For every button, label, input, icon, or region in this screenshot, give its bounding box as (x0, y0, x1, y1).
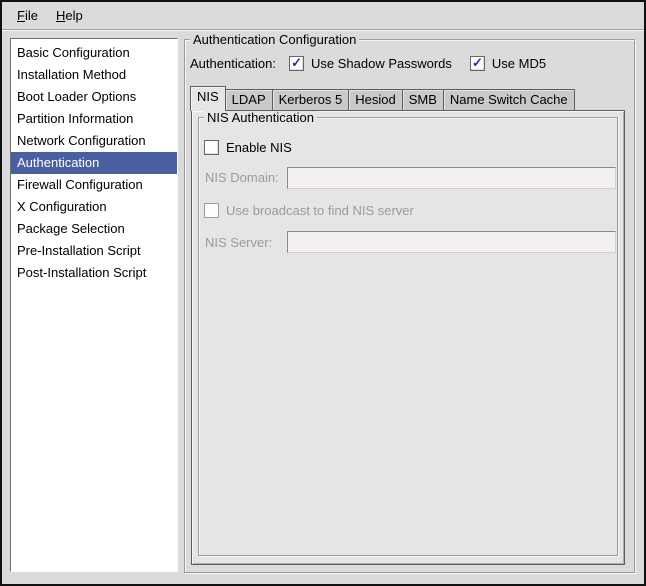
nis-auth-frame: NIS Authentication ✓ Enable NIS NIS Doma… (198, 117, 618, 556)
sidebar-item-x-configuration[interactable]: X Configuration (11, 196, 177, 218)
tab-nis[interactable]: NIS (190, 86, 226, 111)
tab-ldap[interactable]: LDAP (225, 89, 273, 111)
nis-auth-frame-title: NIS Authentication (204, 110, 317, 125)
tab-name-switch-cache[interactable]: Name Switch Cache (443, 89, 575, 111)
check-icon: ✓ (291, 56, 302, 69)
use-md5-checkbox[interactable]: ✓ Use MD5 (470, 56, 546, 71)
authentication-row: Authentication: ✓ Use Shadow Passwords ✓… (190, 54, 564, 72)
sidebar-list: Basic ConfigurationInstallation MethodBo… (10, 38, 178, 572)
sidebar-item-basic-configuration[interactable]: Basic Configuration (11, 42, 177, 64)
nis-domain-input[interactable] (287, 167, 616, 189)
sidebar-item-boot-loader-options[interactable]: Boot Loader Options (11, 86, 177, 108)
check-icon: ✓ (472, 56, 483, 69)
enable-nis-checkbox[interactable]: ✓ Enable NIS (204, 140, 292, 155)
tab-smb[interactable]: SMB (402, 89, 444, 111)
use-shadow-passwords-checkbox[interactable]: ✓ Use Shadow Passwords (289, 56, 452, 71)
nis-server-input[interactable] (287, 231, 616, 253)
authentication-label: Authentication: (190, 56, 276, 71)
menu-help[interactable]: Help (47, 6, 92, 25)
sidebar-item-post-installation-script[interactable]: Post-Installation Script (11, 262, 177, 284)
sidebar-item-network-configuration[interactable]: Network Configuration (11, 130, 177, 152)
use-broadcast-checkbox[interactable]: ✓ Use broadcast to find NIS server (204, 203, 414, 218)
sidebar-item-package-selection[interactable]: Package Selection (11, 218, 177, 240)
sidebar-item-installation-method[interactable]: Installation Method (11, 64, 177, 86)
nis-server-label: NIS Server: (205, 235, 272, 250)
checkbox-box: ✓ (204, 140, 219, 155)
app-window: FileHelp Basic ConfigurationInstallation… (0, 0, 646, 586)
auth-config-frame-title: Authentication Configuration (190, 32, 359, 47)
sidebar-item-partition-information[interactable]: Partition Information (11, 108, 177, 130)
auth-config-frame: Authentication Configuration Authenticat… (184, 39, 635, 573)
tab-kerberos-5[interactable]: Kerberos 5 (272, 89, 350, 111)
checkbox-box: ✓ (289, 56, 304, 71)
tab-bar: NISLDAPKerberos 5HesiodSMBName Switch Ca… (190, 86, 575, 111)
menubar: FileHelp (2, 2, 644, 30)
sidebar-item-pre-installation-script[interactable]: Pre-Installation Script (11, 240, 177, 262)
checkbox-box: ✓ (204, 203, 219, 218)
tab-hesiod[interactable]: Hesiod (348, 89, 402, 111)
checkbox-box: ✓ (470, 56, 485, 71)
nis-domain-label: NIS Domain: (205, 170, 279, 185)
notebook-panel: NIS Authentication ✓ Enable NIS NIS Doma… (191, 110, 625, 565)
menu-file[interactable]: File (8, 6, 47, 25)
sidebar-item-authentication[interactable]: Authentication (11, 152, 177, 174)
sidebar-item-firewall-configuration[interactable]: Firewall Configuration (11, 174, 177, 196)
